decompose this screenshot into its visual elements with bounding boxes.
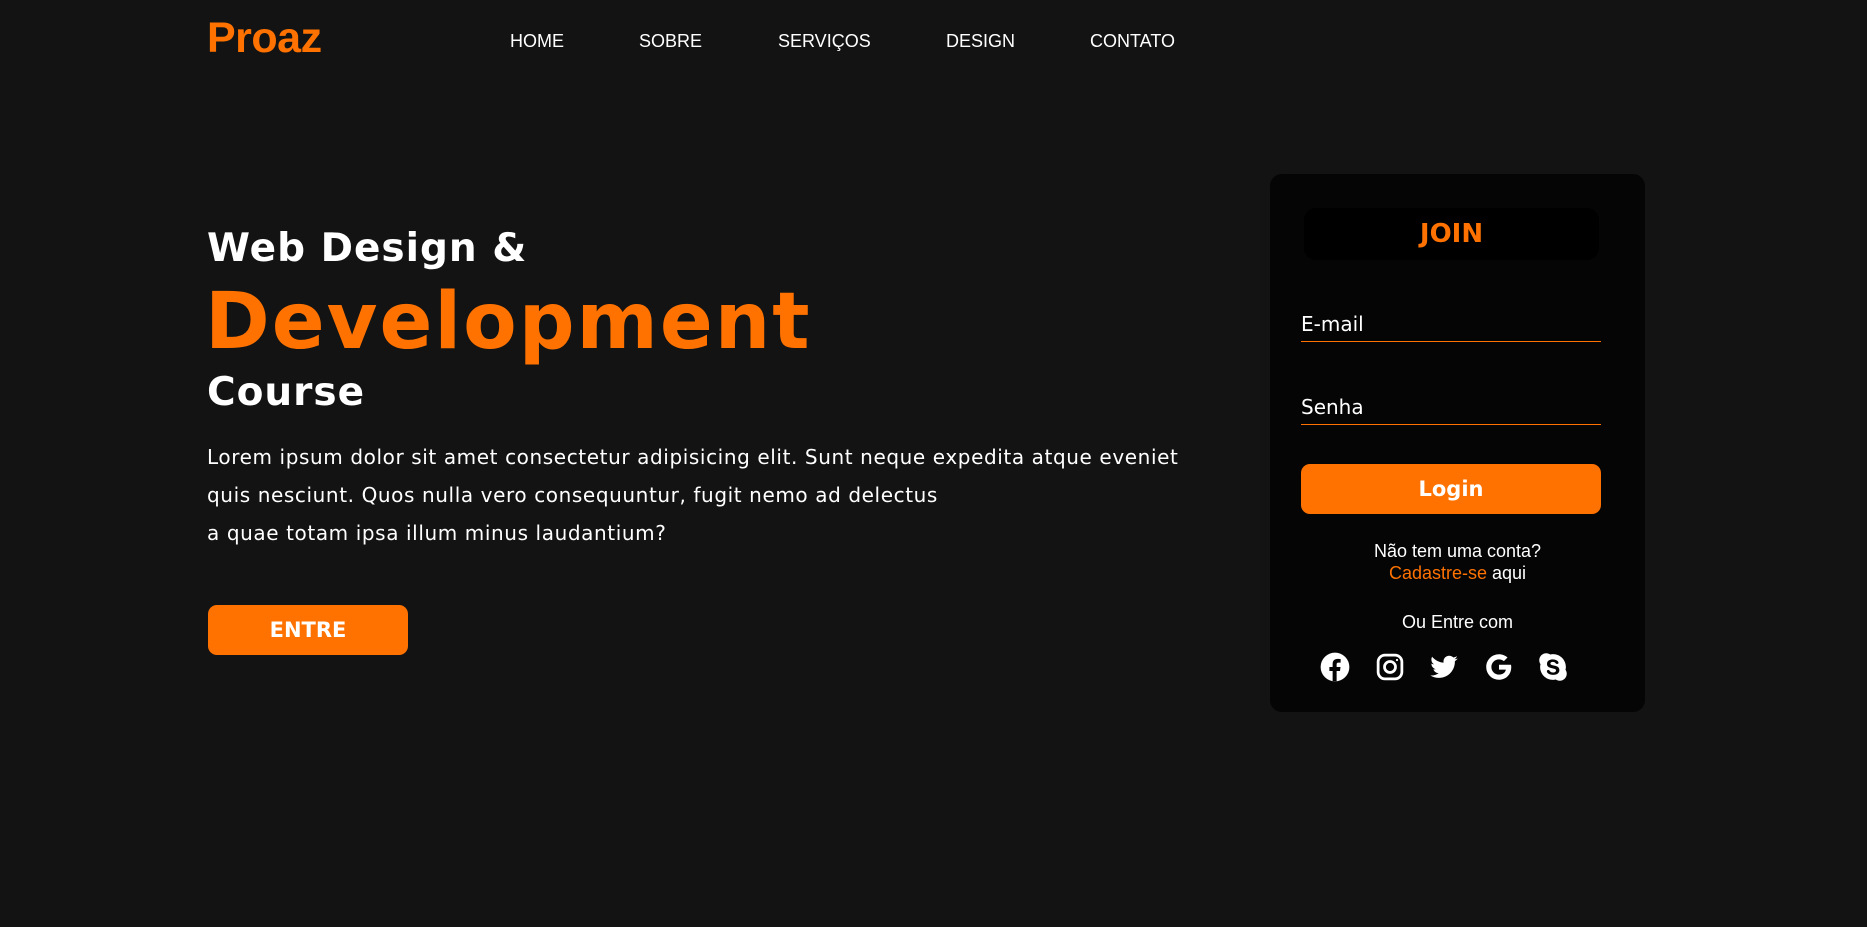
hero-description-line: a quae totam ipsa illum minus laudantium…: [207, 521, 667, 545]
hero-subtitle: Web Design &: [207, 226, 528, 271]
login-card: JOIN Login Não tem uma conta? Cadastre-s…: [1270, 174, 1645, 712]
password-field[interactable]: [1301, 389, 1601, 425]
signup-link[interactable]: Cadastre-se: [1389, 563, 1487, 583]
logo[interactable]: Proaz: [207, 14, 322, 63]
nav-home[interactable]: HOME: [510, 31, 564, 52]
page: Proaz HOME SOBRE SERVIÇOS DESIGN CONTATO…: [0, 0, 1867, 927]
no-account-text: Não tem uma conta?: [1373, 541, 1542, 561]
facebook-icon[interactable]: [1319, 651, 1351, 683]
or-login-with: Ou Entre com: [1401, 612, 1514, 632]
join-title: JOIN: [1304, 208, 1599, 260]
skype-icon[interactable]: [1537, 651, 1569, 683]
hero-course: Course: [207, 370, 366, 415]
twitter-icon[interactable]: [1428, 651, 1460, 683]
email-field[interactable]: [1301, 306, 1601, 342]
enter-button[interactable]: ENTRE: [208, 605, 408, 655]
signup-prompt: Não tem uma conta? Cadastre-se aqui: [1270, 540, 1645, 584]
instagram-icon[interactable]: [1374, 651, 1406, 683]
hero-title: Development: [205, 277, 812, 367]
nav-design[interactable]: DESIGN: [946, 31, 1015, 52]
hero-description-line: Lorem ipsum dolor sit amet consectetur a…: [207, 445, 1179, 469]
hero-description-line: quis nesciunt. Quos nulla vero consequun…: [207, 483, 938, 507]
signup-suffix: aqui: [1492, 563, 1527, 583]
nav-servicos[interactable]: SERVIÇOS: [778, 31, 871, 52]
social-login: [1270, 651, 1645, 683]
google-icon[interactable]: [1483, 651, 1515, 683]
nav-sobre[interactable]: SOBRE: [639, 31, 702, 52]
login-button[interactable]: Login: [1301, 464, 1601, 514]
hero-description: Lorem ipsum dolor sit amet consectetur a…: [207, 438, 1217, 552]
nav-contato[interactable]: CONTATO: [1090, 31, 1175, 52]
